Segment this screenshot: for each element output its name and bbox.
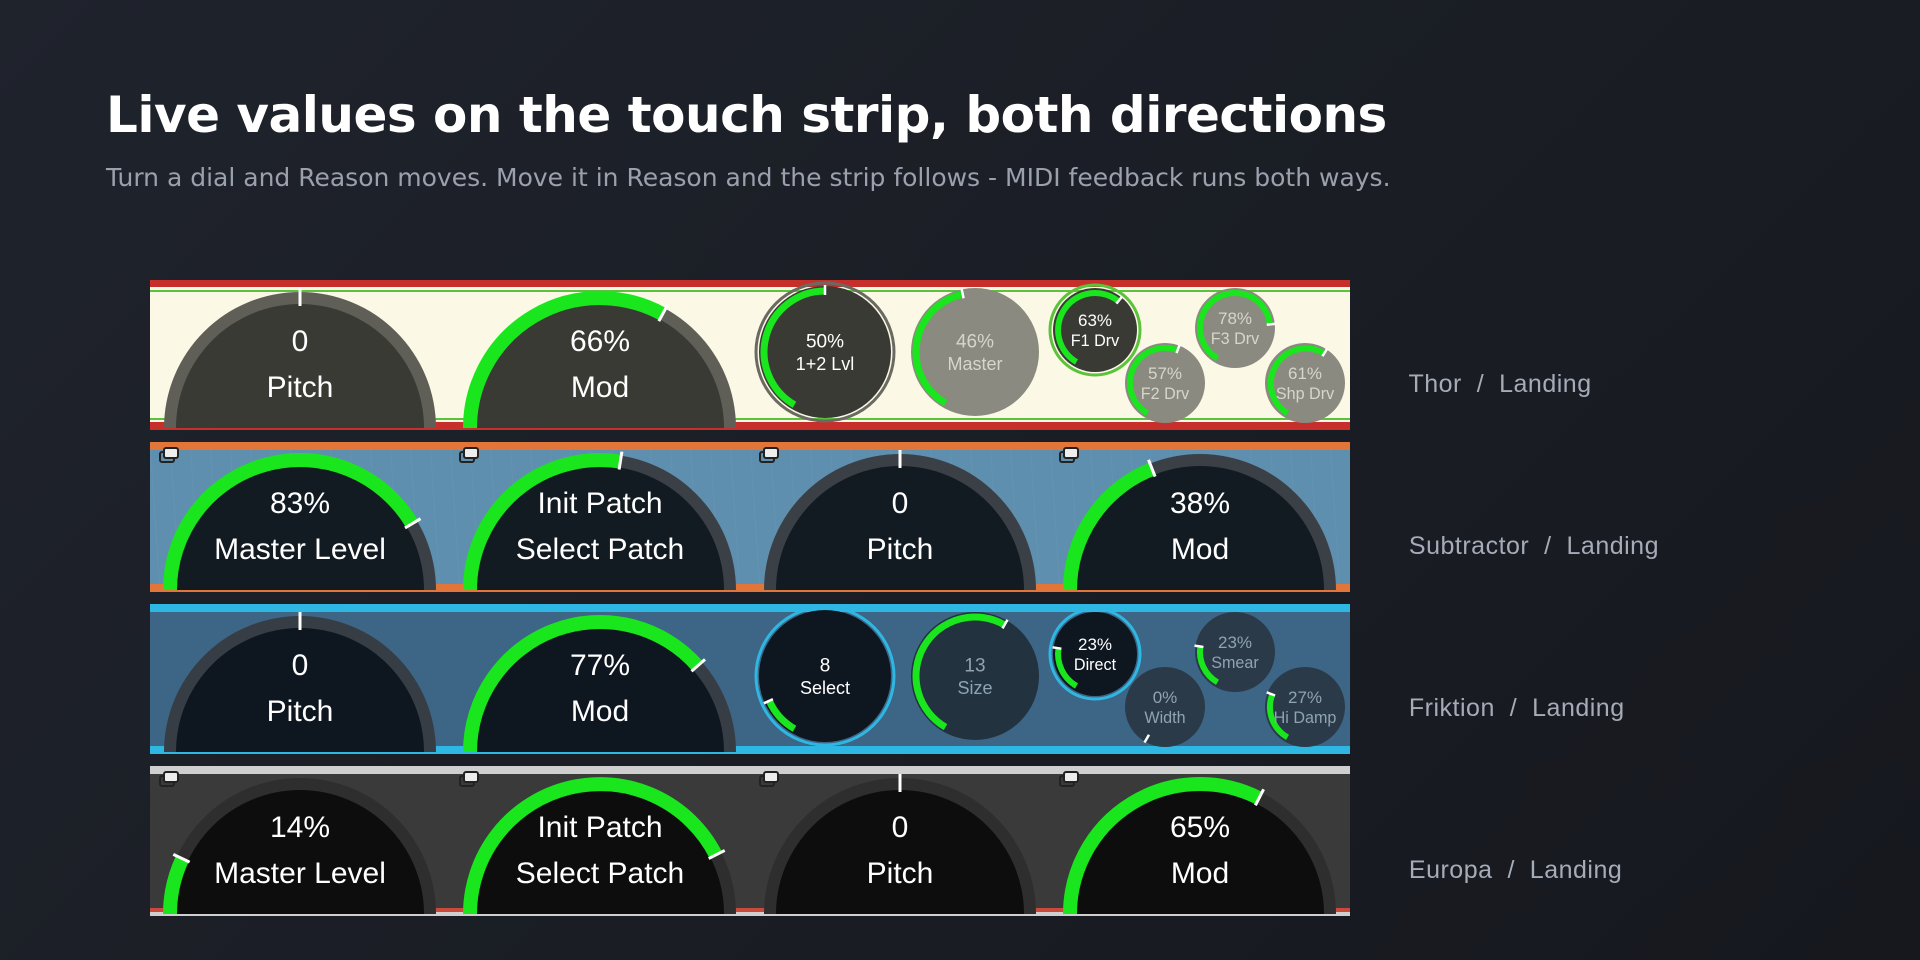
- strip-thor[interactable]: 0 Pitch 66% Mod 50% 1+2 Lvl 46% Master 63% F1 Drv…: [150, 280, 1350, 430]
- dial-value: 66%: [570, 325, 630, 358]
- dial-label: Master Level: [214, 533, 386, 566]
- dial-select[interactable]: 8Select: [754, 605, 896, 747]
- dial-f2-drv[interactable]: 57% F2 Drv: [1125, 343, 1205, 423]
- separator: /: [1544, 532, 1552, 560]
- dial-value: 0: [292, 325, 309, 358]
- strip-label-thor: Thor / Landing: [1394, 341, 1592, 399]
- dial-f1-drv[interactable]: 63% F1 Drv: [1048, 283, 1142, 377]
- dial-label: Pitch: [267, 371, 334, 404]
- dial-value: Init Patch: [537, 487, 662, 520]
- page-name: Landing: [1566, 532, 1659, 560]
- dial-size[interactable]: 13Size: [911, 612, 1039, 740]
- dial-value: 83%: [270, 487, 330, 520]
- dial-direct[interactable]: 23% Direct: [1048, 607, 1142, 701]
- dial-label: Master Level: [214, 857, 386, 890]
- dial-value: 77%: [570, 649, 630, 682]
- dial-shp-drv[interactable]: 61% Shp Drv: [1265, 343, 1345, 423]
- dial-label: Smear: [1211, 654, 1259, 672]
- dial-value: Init Patch: [537, 811, 662, 844]
- page-subtitle: Turn a dial and Reason moves. Move it in…: [106, 163, 1391, 192]
- strip-top-rail: [150, 442, 1350, 450]
- strip-canvas: 14% Master Level Init Patch Select Patch 0 Pi…: [150, 766, 1350, 916]
- dial-value: 38%: [1170, 487, 1230, 520]
- dial-value: 23%: [1218, 633, 1252, 652]
- dial-value: 65%: [1170, 811, 1230, 844]
- page-name: Landing: [1499, 370, 1592, 398]
- dial-label: Shp Drv: [1276, 385, 1335, 403]
- dial-face: [1195, 288, 1275, 368]
- dial-face: [1265, 667, 1345, 747]
- dial-label: F2 Drv: [1141, 385, 1190, 403]
- dial-value: 14%: [270, 811, 330, 844]
- dial-face: [1195, 612, 1275, 692]
- strip-friktion[interactable]: 0 Pitch 77% Mod 8 Select 13 Size 23% Direct 23% Sme…: [150, 604, 1350, 754]
- device-name: Friktion: [1408, 694, 1495, 722]
- strip-label-europa: Europa / Landing: [1394, 827, 1622, 885]
- dial-value: 13: [964, 655, 985, 676]
- dial-face: [1265, 343, 1345, 423]
- dial-label: Pitch: [867, 857, 934, 890]
- strip-europa[interactable]: 14% Master Level Init Patch Select Patch 0 Pi…: [150, 766, 1350, 916]
- dial-label: Pitch: [867, 533, 934, 566]
- dial-value: 0: [892, 811, 909, 844]
- strip-top-rail: [150, 604, 1350, 612]
- device-name: Thor: [1408, 370, 1462, 398]
- dial-hi-damp[interactable]: 27% Hi Damp: [1265, 667, 1345, 747]
- page-title: Live values on the touch strip, both dir…: [106, 86, 1387, 144]
- dial-smear[interactable]: 23% Smear: [1194, 612, 1276, 692]
- dial-master[interactable]: 46%Master: [911, 288, 1039, 416]
- strip-subtractor[interactable]: 83% Master Level Init Patch Select Patch 0 Pi…: [150, 442, 1350, 592]
- dial-value: 0%: [1153, 688, 1178, 707]
- page-name: Landing: [1529, 856, 1623, 884]
- dial-value: 8: [820, 655, 831, 676]
- dial-face: [1053, 612, 1137, 696]
- strip-top-rail: [150, 280, 1350, 287]
- dial-face: [1125, 667, 1205, 747]
- dial-indicator: [1266, 322, 1276, 326]
- dial-face: [1125, 343, 1205, 423]
- dial-value: 0: [292, 649, 309, 682]
- dial-value: 63%: [1078, 311, 1112, 330]
- dial-width[interactable]: 0% Width: [1125, 667, 1205, 747]
- dial-value: 46%: [956, 331, 994, 352]
- dial-label: Hi Damp: [1274, 709, 1337, 727]
- dial-indicator: [1052, 646, 1062, 650]
- dial-value: 57%: [1148, 364, 1182, 383]
- dial-label: Mod: [1171, 533, 1229, 566]
- strip-label-friktion: Friktion / Landing: [1394, 665, 1625, 723]
- strip-canvas: 0Pitch77%Mod8Select13Size23%Direct23%Sme…: [150, 604, 1350, 754]
- dial-value: 50%: [806, 331, 844, 352]
- dial-label: Pitch: [267, 695, 334, 728]
- dial-label: Select: [800, 678, 850, 698]
- strip-canvas: 83% Master Level Init Patch Select Patch 0 Pi…: [150, 442, 1350, 592]
- dial-1-2-lvl[interactable]: 50%1+2 Lvl: [754, 281, 896, 423]
- dial-value: 78%: [1218, 309, 1252, 328]
- device-name: Subtractor: [1408, 532, 1530, 560]
- dial-value: 23%: [1078, 635, 1112, 654]
- dial-indicator: [1194, 644, 1204, 649]
- strip-label-subtractor: Subtractor / Landing: [1394, 503, 1659, 561]
- strip-canvas: 0Pitch66%Mod50%1+2 Lvl46%Master63%F1 Drv…: [150, 280, 1350, 430]
- dial-label: F3 Drv: [1211, 330, 1260, 348]
- dial-value: 0: [892, 487, 909, 520]
- dial-label: F1 Drv: [1071, 332, 1120, 350]
- dial-label: Master: [947, 354, 1002, 374]
- dial-label: Select Patch: [516, 857, 684, 890]
- device-name: Europa: [1408, 856, 1493, 884]
- dial-label: Direct: [1074, 656, 1117, 674]
- dial-label: Width: [1144, 709, 1185, 727]
- dial-label: Select Patch: [516, 533, 684, 566]
- dial-label: 1+2 Lvl: [796, 354, 855, 374]
- dial-face: [1053, 288, 1137, 372]
- dial-label: Mod: [571, 695, 629, 728]
- dial-value: 61%: [1288, 364, 1322, 383]
- dial-value: 27%: [1288, 688, 1322, 707]
- page-name: Landing: [1532, 694, 1625, 722]
- dial-label: Mod: [1171, 857, 1229, 890]
- dial-label: Size: [957, 678, 992, 698]
- separator: /: [1507, 856, 1515, 884]
- dial-label: Mod: [571, 371, 629, 404]
